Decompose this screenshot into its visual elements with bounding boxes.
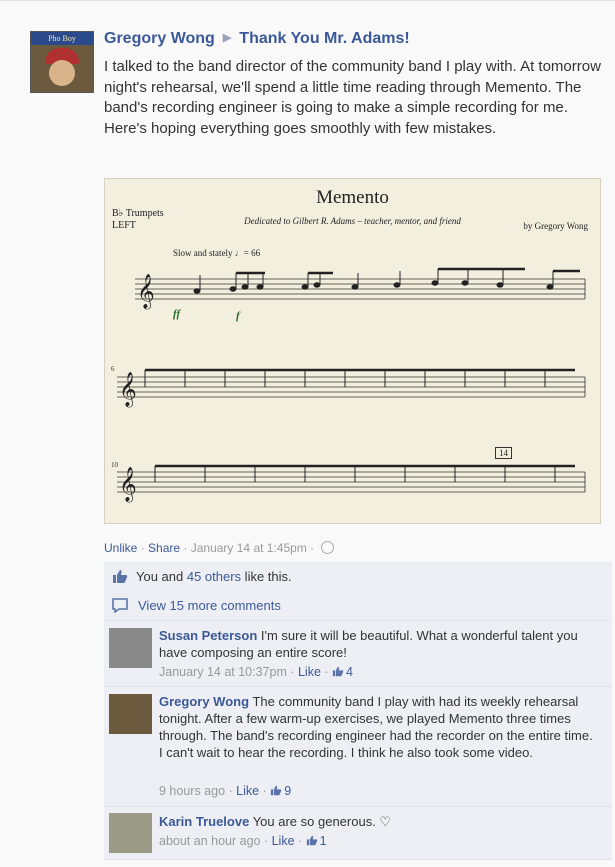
post-header: Gregory Wong ▶ Thank You Mr. Adams! [104,30,410,48]
avatar-banner: Pho Boy [31,32,93,45]
post-message: I talked to the band director of the com… [104,58,601,137]
comment-like-count[interactable]: 4 [346,665,353,679]
arrow-right-icon: ▶ [222,32,232,44]
likes-you: You and [136,569,187,584]
comment-text: Susan Peterson I'm sure it will be beaut… [159,627,599,661]
thumbs-up-icon [332,666,344,677]
story-post: Pho Boy Gregory Wong ▶ Thank You Mr. Adams… [0,0,615,867]
comment-like-link[interactable]: Like [272,834,295,848]
comment-timestamp[interactable]: 9 hours ago [159,784,225,798]
view-more-comments-link[interactable]: View 15 more comments [138,598,281,613]
post-actions: Unlike · Share · January 14 at 1:45pm · [104,541,335,555]
comments-icon [112,598,128,613]
commenter-avatar[interactable] [109,813,152,853]
dynamic-ff: ff [173,308,181,320]
share-link[interactable]: Share [148,541,180,555]
likes-suffix: like this. [241,569,292,584]
thumbs-up-icon [113,570,128,583]
comment-like-count[interactable]: 1 [320,834,327,848]
comment-timestamp[interactable]: January 14 at 10:37pm [159,665,287,679]
svg-text:𝄞: 𝄞 [137,274,155,310]
measure-number-6: 6 [111,365,115,373]
likes-others-link[interactable]: 45 others [187,569,241,584]
dynamic-f: f [236,310,241,322]
unlike-link[interactable]: Unlike [104,541,137,555]
comment-body: You are so generous. ♡ [252,814,392,829]
svg-text:𝄞: 𝄞 [119,467,137,503]
comment-item: Susan Peterson I'm sure it will be beaut… [104,621,612,687]
commenter-avatar[interactable] [109,628,152,668]
measure-number-10: 10 [111,461,119,469]
author-avatar[interactable]: Pho Boy [30,31,94,93]
globe-icon [321,541,335,554]
comment-item: Karin Truelove You are so generous. ♡ ab… [104,807,612,860]
commenter-name[interactable]: Karin Truelove [159,814,249,829]
commenter-name[interactable]: Gregory Wong [159,694,249,709]
commenter-avatar[interactable] [109,694,152,734]
target-page-link[interactable]: Thank You Mr. Adams! [239,30,409,47]
comment-meta: January 14 at 10:37pm · Like · 4 [159,665,353,679]
avatar-face [49,60,75,86]
author-link[interactable]: Gregory Wong [104,30,215,47]
post-timestamp[interactable]: January 14 at 1:45pm [191,541,307,555]
sheet-music-image[interactable]: Memento Dedicated to Gilbert R. Adams – … [104,178,601,524]
music-staves: 𝄞 𝄞 𝄞 ff f 6 10 [111,267,586,503]
comment-like-link[interactable]: Like [298,665,321,679]
comment-meta: 9 hours ago · Like · 9 [159,784,292,798]
comment-like-link[interactable]: Like [236,784,259,798]
comment-item: Gregory Wong The community band I play w… [104,687,612,807]
commenter-name[interactable]: Susan Peterson [159,628,257,643]
comment-meta: about an hour ago · Like · 1 [159,834,327,848]
thumbs-up-icon [306,835,317,846]
comment-text: Karin Truelove You are so generous. ♡ [159,813,599,830]
comment-text: Gregory Wong The community band I play w… [159,693,599,761]
likes-summary: You and 45 others like this. [104,562,612,593]
thumbs-up-icon [271,785,282,796]
comment-timestamp[interactable]: about an hour ago [159,834,260,848]
view-more-comments[interactable]: View 15 more comments [104,592,612,621]
svg-text:𝄞: 𝄞 [119,372,137,408]
comment-like-count[interactable]: 9 [284,784,291,798]
